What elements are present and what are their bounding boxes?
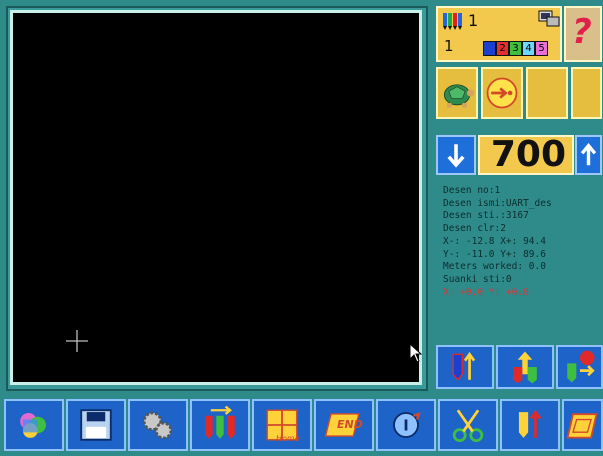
settings-button[interactable] xyxy=(128,399,188,451)
computer-icon xyxy=(538,10,560,27)
current-stitch: Suanki sti:0 xyxy=(443,273,512,285)
frame-trace-button[interactable] xyxy=(562,399,603,451)
design-canvas[interactable] xyxy=(10,10,422,385)
frame-move-icon xyxy=(513,351,537,384)
speed-value: 700 xyxy=(490,134,566,175)
scissors-icon xyxy=(452,409,484,443)
x-range: X-: -12.8 X+: 94.4 xyxy=(443,235,546,247)
current-position: X: +0.0 Y: +0.0 xyxy=(443,286,529,298)
color-sequence-button[interactable] xyxy=(190,399,250,451)
color-change-button[interactable] xyxy=(500,399,560,451)
machine-status-box[interactable]: 1 1 2 3 4 5 xyxy=(436,6,562,62)
rotate-icon xyxy=(393,412,421,438)
help-icon: ? xyxy=(572,12,592,52)
next-function-button[interactable] xyxy=(481,67,523,119)
arrow-down-icon xyxy=(447,144,465,168)
needle-count: 1 xyxy=(468,11,479,30)
turtle-icon xyxy=(443,84,475,108)
color-slot-3: 3 xyxy=(509,41,522,56)
auto-color-icon xyxy=(567,350,595,383)
stitch-count: Desen sti.:3167 xyxy=(443,210,529,222)
clock-arrow-icon xyxy=(486,77,518,109)
empty-slot-2[interactable] xyxy=(571,67,602,119)
y-range: Y-: -11.0 Y+: 89.6 xyxy=(443,248,546,260)
pattern-library-icon xyxy=(20,413,46,438)
needle-bar-icon xyxy=(443,13,462,30)
frame-move-button[interactable] xyxy=(496,345,554,389)
cut-button[interactable] xyxy=(438,399,498,451)
needle-start-icon xyxy=(452,351,476,381)
design-info-panel: Desen no:1 Desen ismi:UART_des Desen sti… xyxy=(443,185,601,335)
home-label: Home xyxy=(276,434,300,443)
head-count: 1 xyxy=(444,37,454,55)
color-change-icon xyxy=(518,409,542,438)
help-button[interactable]: ? xyxy=(564,6,602,62)
end-label: END xyxy=(337,418,363,431)
rotate-button[interactable] xyxy=(376,399,436,451)
gears-icon xyxy=(142,411,173,440)
crosshair-icon xyxy=(66,330,88,352)
slow-speed-button[interactable] xyxy=(436,67,478,119)
frame-trace-icon xyxy=(566,413,598,439)
pattern-number: Desen no:1 xyxy=(443,185,501,196)
floppy-disk-icon xyxy=(80,409,112,441)
pattern-library-button[interactable] xyxy=(4,399,64,451)
home-button[interactable]: Home xyxy=(252,399,312,451)
needle-start-button[interactable] xyxy=(436,345,494,389)
arrow-up-icon xyxy=(580,142,597,166)
pattern-name: Desen ismi:UART_des xyxy=(443,197,552,209)
color-slot-5: 5 xyxy=(535,41,548,56)
color-count: Desen clr:2 xyxy=(443,223,506,235)
color-slot-0 xyxy=(483,41,496,56)
color-slot-2: 2 xyxy=(496,41,509,56)
speed-up-button[interactable] xyxy=(575,135,602,175)
speed-down-button[interactable] xyxy=(436,135,476,175)
color-slot-4: 4 xyxy=(522,41,535,56)
empty-slot-1[interactable] xyxy=(526,67,568,119)
meters-worked: Meters worked: 0.0 xyxy=(443,261,546,273)
mouse-pointer-icon xyxy=(409,343,423,363)
save-button[interactable] xyxy=(66,399,126,451)
end-button[interactable]: END xyxy=(314,399,374,451)
speed-display: 700 xyxy=(478,134,574,175)
color-sequence-icon xyxy=(205,405,235,439)
auto-color-button[interactable] xyxy=(556,345,603,389)
